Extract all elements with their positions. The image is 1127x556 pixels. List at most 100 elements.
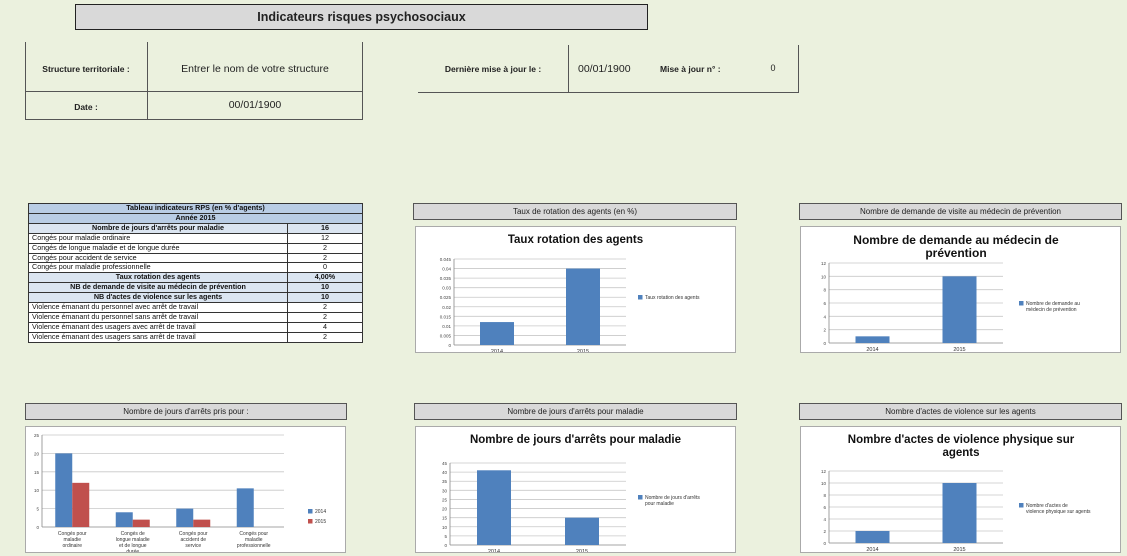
rps-row-value[interactable]: 2: [287, 331, 363, 343]
rps-row-value[interactable]: 4,00%: [287, 272, 363, 284]
maladie-chart[interactable]: Nombre de jours d'arrêts pour maladie 05…: [415, 426, 736, 553]
info-block-right: Dernière mise à jour le : 00/01/1900 Mis…: [418, 45, 799, 93]
info-divider: [25, 91, 363, 92]
y-tick-label: 5: [36, 507, 39, 512]
rps-table-row: Taux rotation des agents 4,00%: [28, 272, 363, 284]
info-divider: [362, 42, 363, 120]
y-tick-label: 40: [442, 470, 448, 475]
bar: [72, 482, 90, 527]
y-tick-label: 15: [442, 516, 448, 521]
info-block-left: Structure territoriale : Entrer le nom d…: [25, 42, 363, 120]
bar: [942, 483, 977, 543]
x-tick-label: 2014: [488, 549, 500, 553]
bar: [193, 519, 211, 527]
bar: [236, 488, 254, 527]
violence-chart[interactable]: Nombre d'actes de violence physique sur …: [800, 426, 1121, 553]
rps-row-value[interactable]: 2: [287, 311, 363, 323]
y-tick-label: 5: [444, 534, 447, 539]
rps-row-label: Congés pour maladie ordinaire: [28, 232, 288, 244]
update-date-field[interactable]: 00/01/1900: [578, 63, 648, 75]
rps-row-value[interactable]: 10: [287, 292, 363, 304]
bar: [477, 470, 511, 545]
y-tick-label: 0.03: [442, 286, 451, 291]
y-tick-label: 2: [823, 529, 826, 534]
legend-swatch: [308, 509, 313, 514]
y-tick-label: 0.015: [440, 314, 452, 319]
y-tick-label: 4: [823, 517, 826, 522]
rps-row-value[interactable]: 0: [287, 262, 363, 274]
legend-label: médecin de prévention: [1026, 307, 1077, 313]
maladie-panel-header: Nombre de jours d'arrêts pour maladie: [414, 403, 737, 420]
legend-swatch: [638, 295, 643, 300]
rps-row-label: Violence émanant des usagers sans arrêt …: [28, 331, 288, 343]
legend-label: violence physique sur agents: [1026, 509, 1091, 515]
y-tick-label: 25: [442, 497, 448, 502]
rps-indicators-table: Tableau indicateurs RPS (en % d'agents) …: [28, 203, 363, 343]
rps-row-value[interactable]: 10: [287, 282, 363, 294]
x-tick-label: durée: [126, 549, 139, 553]
y-tick-label: 2: [823, 328, 826, 333]
y-tick-label: 10: [821, 274, 827, 279]
bar: [566, 268, 600, 345]
visits-chart[interactable]: Nombre de demande au médecin de préventi…: [800, 226, 1121, 353]
y-tick-label: 12: [821, 469, 827, 474]
rps-table-title: Tableau indicateurs RPS (en % d'agents): [28, 203, 363, 214]
y-tick-label: 0.04: [442, 267, 451, 272]
bar: [176, 508, 194, 527]
bar: [565, 517, 599, 545]
visits-panel-header: Nombre de demande de visite au médecin d…: [799, 203, 1122, 220]
x-tick-label: service: [185, 543, 201, 549]
bar: [55, 453, 73, 527]
y-tick-label: 20: [442, 507, 448, 512]
rps-row-label: Congés de longue maladie et de longue du…: [28, 242, 288, 254]
rps-table-row: Violence émanant du personnel sans arrêt…: [28, 311, 363, 323]
x-tick-label: 2015: [577, 349, 589, 353]
y-tick-label: 0.02: [442, 305, 451, 310]
y-tick-label: 10: [442, 525, 448, 530]
update-label: Dernière mise à jour le :: [444, 64, 542, 74]
jours-chart[interactable]: 0 5 10 15 20 25 Congés pour maladie ordinaire Con…: [25, 426, 346, 553]
rotation-chart-svg: 0 0.005 0.01 0.015 0.02 0.025 0.03 0.035 0.04 0.0…: [440, 257, 700, 353]
y-tick-label: 0.005: [440, 333, 452, 338]
bar: [855, 336, 890, 343]
bar: [115, 512, 133, 527]
legend-swatch: [638, 495, 643, 500]
update-number-field[interactable]: 0: [758, 63, 788, 73]
bar: [942, 276, 977, 343]
rps-row-value[interactable]: 2: [287, 252, 363, 264]
y-tick-label: 12: [821, 261, 827, 266]
legend-label: 2014: [315, 509, 326, 515]
rps-row-value[interactable]: 2: [287, 302, 363, 313]
jours-chart-svg: 0510152025Congés pourmaladieordinaireCon…: [34, 433, 326, 553]
y-tick-label: 6: [823, 301, 826, 306]
rps-table-row: Violence émanant des usagers sans arrêt …: [28, 331, 363, 343]
x-tick-label: 2015: [953, 547, 965, 553]
jours-panel-header: Nombre de jours d'arrêts pris pour :: [25, 403, 347, 420]
info-divider: [568, 45, 569, 93]
bar: [132, 519, 150, 527]
rps-row-value[interactable]: 2: [287, 242, 363, 254]
y-tick-label: 45: [442, 461, 448, 466]
info-divider: [418, 92, 799, 93]
rps-row-value[interactable]: 4: [287, 321, 363, 333]
bar: [855, 531, 890, 543]
legend-swatch: [308, 519, 313, 524]
rps-table-row: Congés pour accident de service 2: [28, 252, 363, 264]
legend-label: Taux rotation des agents: [645, 295, 700, 301]
rps-row-label: Violence émanant des usagers avec arrêt …: [28, 321, 288, 333]
rps-row-label: Congés pour accident de service: [28, 252, 288, 264]
x-tick-label: 2014: [866, 347, 878, 353]
rps-row-value[interactable]: 16: [287, 222, 363, 234]
structure-field[interactable]: Entrer le nom de votre structure: [148, 63, 362, 75]
date-field[interactable]: 00/01/1900: [148, 99, 362, 111]
rps-row-label: NB de demande de visite au médecin de pr…: [28, 282, 288, 294]
y-tick-label: 0.01: [442, 324, 451, 329]
y-tick-label: 8: [823, 288, 826, 293]
rotation-panel-header: Taux de rotation des agents (en %): [413, 203, 737, 220]
rotation-chart[interactable]: Taux rotation des agents 0 0.005 0.01 0.015…: [415, 226, 736, 353]
y-tick-label: 0: [823, 341, 826, 346]
legend-swatch: [1019, 503, 1024, 508]
y-tick-label: 0.035: [440, 276, 452, 281]
rps-row-value[interactable]: 12: [287, 232, 363, 244]
rps-row-label: Congés pour maladie professionnelle: [28, 262, 288, 274]
